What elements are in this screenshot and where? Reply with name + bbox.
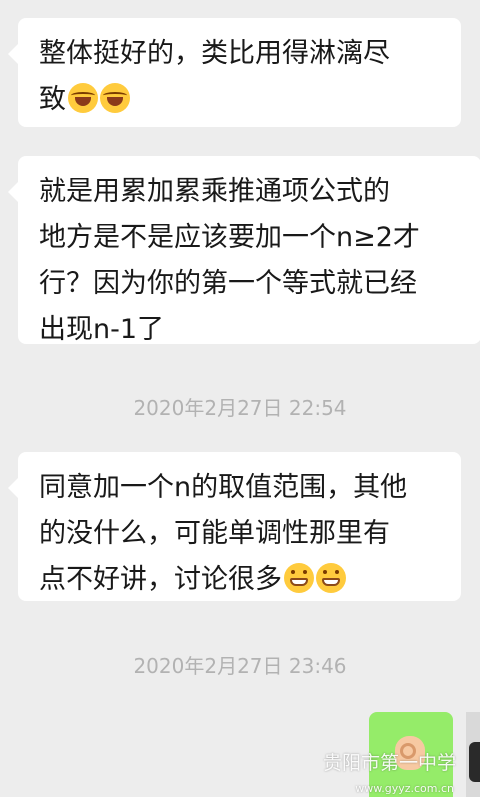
laughing-crying-emoji-icon — [68, 83, 98, 113]
timestamp-2: 2020年2月27日 23:46 — [133, 654, 347, 678]
laughing-crying-emoji-icon — [100, 83, 130, 113]
message-bubble-2[interactable]: 就是用累加累乘推通项公式的 地方是不是应该要加一个n≥2才 行？因为你的第一个等… — [8, 156, 480, 345]
grinning-face-emoji-icon — [316, 563, 346, 593]
watermark-url: www.gyyz.com.cn — [355, 782, 454, 795]
message-3-line-2: 的没什么，可能单调性那里有 — [39, 518, 390, 549]
message-1-line-2: 致 — [39, 77, 440, 123]
message-3-line-1: 同意加一个n的取值范围，其他 — [39, 472, 408, 503]
message-bubble-3[interactable]: 同意加一个n的取值范围，其他 的没什么，可能单调性那里有 点不好讲，讨论很多 — [8, 452, 461, 603]
message-1-line-1: 整体挺好的，类比用得淋漓尽 — [39, 38, 390, 69]
message-2-line-1: 就是用累加累乘推通项公式的 — [39, 176, 390, 207]
watermark-school-name: 贵阳市第一中学 — [322, 752, 456, 774]
timestamp-1: 2020年2月27日 22:54 — [133, 396, 347, 420]
message-1-line-2-text: 致 — [39, 84, 66, 115]
message-2-line-2: 地方是不是应该要加一个n≥2才 — [39, 222, 420, 253]
message-2-line-3: 行？因为你的第一个等式就已经 — [39, 268, 417, 299]
message-3-line-3: 点不好讲，讨论很多 — [39, 557, 440, 603]
message-2-line-4: 出现n-1了 — [39, 314, 165, 345]
message-bubble-1[interactable]: 整体挺好的，类比用得淋漓尽 致 — [8, 18, 461, 127]
avatar[interactable] — [466, 712, 480, 797]
grinning-face-emoji-icon — [284, 563, 314, 593]
message-3-line-3-text: 点不好讲，讨论很多 — [39, 564, 282, 595]
